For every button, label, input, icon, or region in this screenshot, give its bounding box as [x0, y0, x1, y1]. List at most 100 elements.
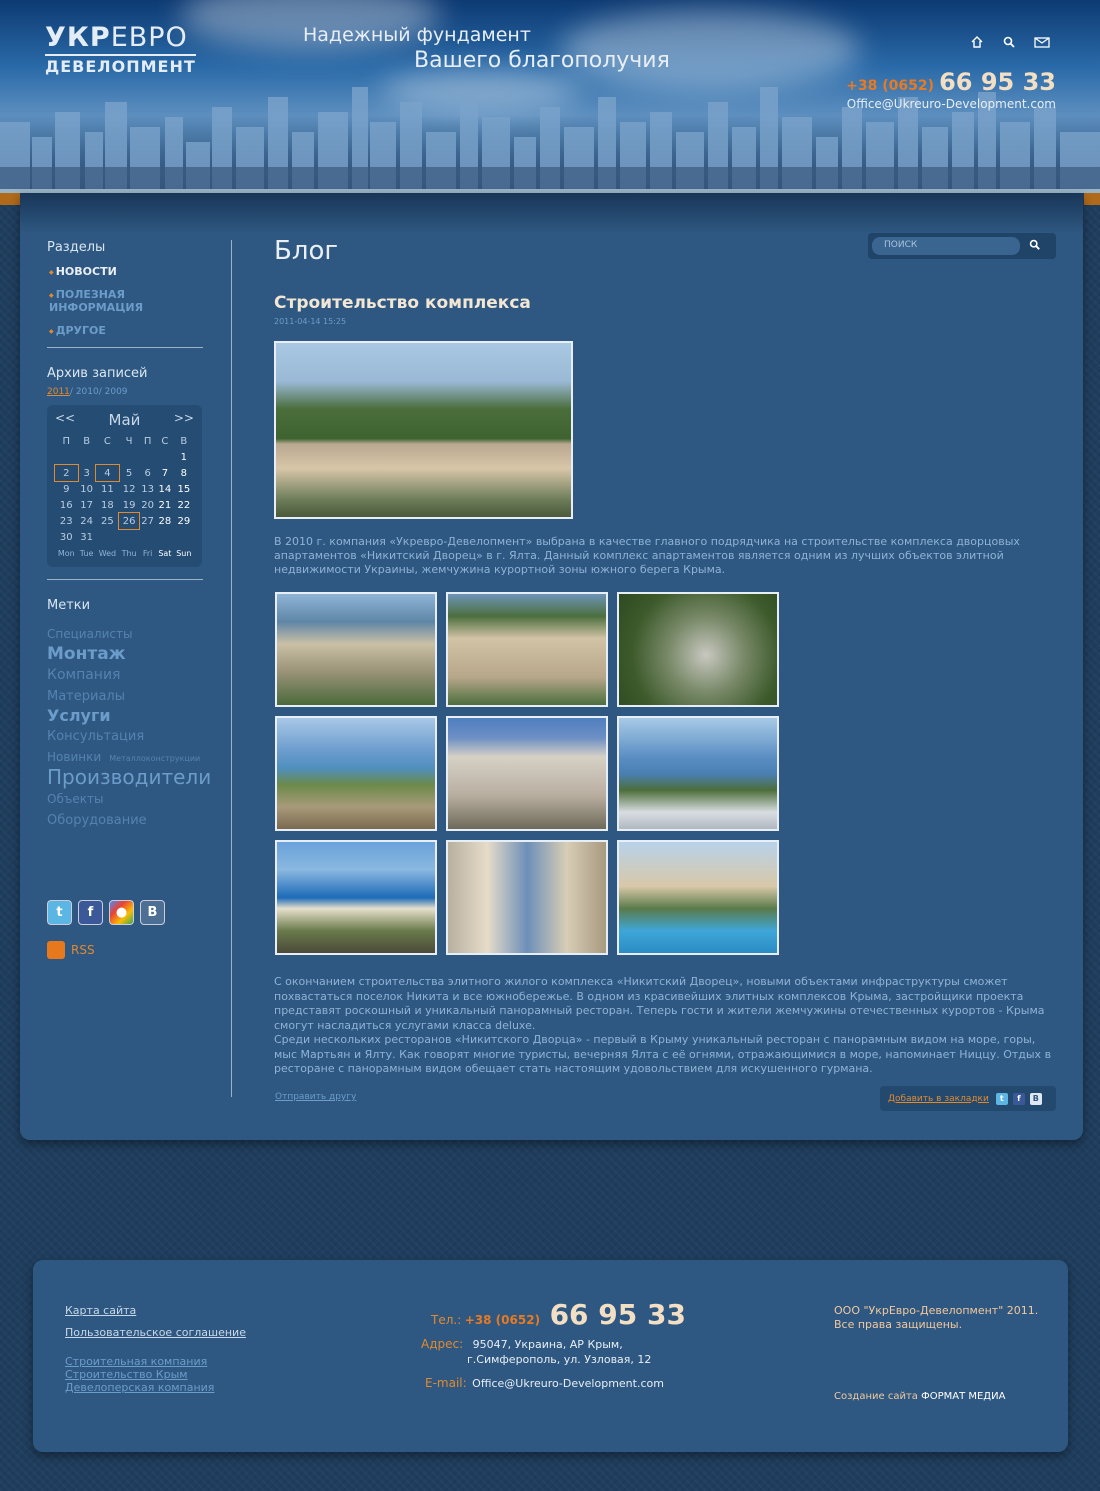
tag-link[interactable]: Компания [47, 667, 120, 683]
sections-title: Разделы [47, 240, 106, 255]
tag-link[interactable]: Специалисты [47, 627, 132, 641]
calendar-day: 14 [158, 483, 172, 495]
calendar-day: 29 [177, 515, 191, 527]
tel-prefix: +38 (0652) [464, 1313, 541, 1327]
calendar-day [55, 449, 78, 465]
menu-item-useful-info[interactable]: ПОЛЕЗНАЯ ИНФОРМАЦИЯ [47, 288, 207, 314]
google-buzz-icon[interactable]: ● [109, 900, 134, 925]
tag-link[interactable]: Новинки [47, 750, 101, 764]
gallery-thumbnail[interactable] [275, 716, 437, 831]
rss-icon [47, 941, 65, 959]
tel-number: 66 95 33 [549, 1298, 686, 1331]
post-paragraph: Среди нескольких ресторанов «Никитского … [274, 1033, 1052, 1075]
gallery-thumbnail[interactable] [446, 716, 608, 831]
post-main-image[interactable] [274, 341, 573, 519]
weekday: С [103, 435, 111, 447]
calendar: << Май >> ПВСЧПСВ 1 2345678 9 10 11 12 13 14 1… [47, 405, 202, 567]
calendar-day: 24 [80, 515, 93, 527]
search-icon[interactable] [1002, 34, 1020, 48]
calendar-day: 22 [177, 499, 191, 511]
home-icon[interactable] [970, 34, 988, 48]
add-bookmark-link[interactable]: Добавить в закладки [888, 1094, 989, 1104]
calendar-day: 25 [101, 515, 114, 527]
calendar-day [119, 449, 139, 465]
tag-cloud: Специалисты Монтаж Компания Материалы Ус… [47, 623, 211, 830]
tag-link[interactable]: Оборудование [47, 813, 147, 828]
vkontakte-icon[interactable]: B [140, 900, 165, 925]
gallery-thumbnail[interactable] [617, 592, 779, 707]
tel-label: Тел.: [431, 1313, 462, 1327]
gallery-thumbnail[interactable] [617, 840, 779, 955]
twitter-icon[interactable]: t [995, 1092, 1008, 1105]
calendar-day: 12 [122, 483, 136, 495]
search-box: ПОИСК [868, 233, 1056, 259]
calendar-prev-button[interactable]: << [55, 411, 75, 429]
archive-years: 2011/ 2010/ 2009 [47, 387, 128, 397]
tags-title: Метки [47, 598, 91, 613]
search-input[interactable]: ПОИСК [872, 237, 1020, 255]
dayname: Thu [121, 548, 137, 558]
tag-link[interactable]: Материалы [47, 689, 125, 704]
calendar-day: 28 [158, 515, 172, 527]
sitemap-link[interactable]: Карта сайта [65, 1304, 246, 1317]
facebook-icon[interactable]: f [1012, 1092, 1025, 1105]
seo-link[interactable]: Девелоперская компания [65, 1381, 246, 1394]
gallery-thumbnail[interactable] [617, 716, 779, 831]
vkontakte-icon[interactable]: B [1029, 1092, 1042, 1105]
mail-icon[interactable] [1034, 34, 1052, 48]
made-by-link[interactable]: ФОРМАТ МЕДИА [921, 1391, 1005, 1402]
site-logo[interactable]: УКРЕВРО ДЕВЕЛОПМЕНТ [45, 24, 196, 76]
calendar-day-link[interactable]: 2 [54, 464, 79, 482]
user-agreement-link[interactable]: Пользовательское соглашение [65, 1326, 246, 1339]
footer-email[interactable]: Office@Ukreuro-Development.com [472, 1377, 664, 1390]
calendar-day [156, 449, 174, 465]
slogan-line1: Надежный фундамент [303, 24, 531, 46]
tag-link[interactable]: Металлоконструкции [109, 754, 200, 763]
twitter-icon[interactable]: t [47, 900, 72, 925]
post-title[interactable]: Строительство комплекса [274, 293, 531, 313]
header-email[interactable]: Office@Ukreuro-Development.com [847, 97, 1056, 111]
sidebar-divider [231, 240, 232, 1097]
calendar-day: 1 [180, 451, 187, 463]
header-phone: +38 (0652) 66 95 33 [846, 68, 1056, 96]
copyright: ООО "УкрЕвро-Девелопмент" 2011. Все прав… [834, 1304, 1038, 1332]
address-line2: г.Симферополь, ул. Узловая, 12 [467, 1353, 652, 1366]
calendar-day [96, 449, 119, 465]
calendar-next-button[interactable]: >> [174, 411, 194, 429]
calendar-day [78, 449, 96, 465]
calendar-day: 27 [141, 515, 154, 527]
year-link-2009[interactable]: 2009 [105, 387, 128, 397]
page-title: Блог [274, 236, 339, 266]
gallery-thumbnail[interactable] [275, 840, 437, 955]
calendar-day-link[interactable]: 4 [94, 464, 121, 482]
year-link-2011[interactable]: 2011 [47, 387, 70, 397]
divider [47, 579, 203, 580]
menu-item-news[interactable]: НОВОСТИ [47, 265, 207, 278]
year-link-2010[interactable]: 2010 [76, 387, 99, 397]
calendar-day-link[interactable]: 26 [118, 512, 141, 530]
copyright-line1: ООО "УкрЕвро-Девелопмент" 2011. [834, 1304, 1039, 1317]
gallery-thumbnail[interactable] [446, 840, 608, 955]
tag-link[interactable]: Консультация [47, 729, 144, 744]
search-button[interactable] [1020, 239, 1048, 253]
tag-link[interactable]: Услуги [47, 706, 111, 725]
dayname: Sun [176, 548, 192, 558]
calendar-day: 3 [83, 467, 90, 479]
tag-link[interactable]: Производители [47, 765, 211, 789]
site-footer: Карта сайта Пользовательское соглашение … [33, 1260, 1068, 1452]
facebook-icon[interactable]: f [78, 900, 103, 925]
tag-link[interactable]: Монтаж [47, 644, 126, 664]
calendar-day: 16 [59, 499, 73, 511]
post-body: С окончанием строительства элитного жило… [274, 975, 1054, 1077]
calendar-day: 20 [141, 499, 154, 511]
footer-contacts: Тел.: +38 (0652) 66 95 33 Адрес: 95047, … [421, 1298, 686, 1390]
send-to-friend-link[interactable]: Отправить другу [275, 1092, 356, 1102]
seo-link[interactable]: Строительная компания [65, 1355, 246, 1368]
menu-item-other[interactable]: ДРУГОЕ [47, 324, 207, 337]
gallery-thumbnail[interactable] [275, 592, 437, 707]
seo-link[interactable]: Строительство Крым [65, 1368, 246, 1381]
rss-link[interactable]: RSS [47, 941, 207, 959]
tag-link[interactable]: Объекты [47, 792, 103, 806]
gallery-thumbnail[interactable] [446, 592, 608, 707]
calendar-day: 31 [80, 531, 93, 543]
